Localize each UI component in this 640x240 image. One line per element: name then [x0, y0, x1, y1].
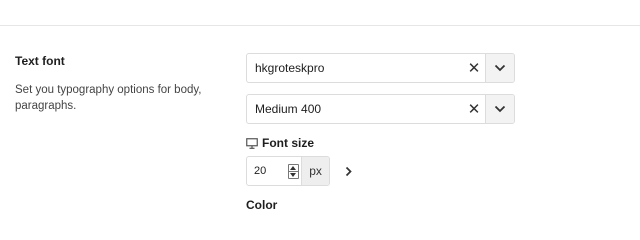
- close-icon[interactable]: ✕: [463, 95, 485, 123]
- section-divider: [0, 25, 640, 26]
- font-size-label: Font size: [246, 136, 314, 150]
- font-size-input[interactable]: 20: [247, 157, 286, 185]
- font-weight-select[interactable]: Medium 400 ✕: [246, 94, 515, 124]
- font-family-select[interactable]: hkgroteskpro ✕: [246, 53, 515, 83]
- text-font-description: Set you typography options for body, par…: [15, 84, 202, 112]
- font-weight-value: Medium 400: [255, 102, 322, 116]
- text-font-title: Text font: [15, 54, 65, 68]
- desktop-icon[interactable]: [246, 137, 258, 149]
- font-size-unit[interactable]: px: [301, 157, 329, 185]
- color-label: Color: [246, 198, 278, 212]
- font-size-input-group: 20 px: [246, 156, 330, 186]
- chevron-down-icon[interactable]: [485, 95, 514, 123]
- font-family-value: hkgroteskpro: [255, 61, 325, 75]
- font-size-stepper[interactable]: [286, 157, 301, 185]
- stepper-down-icon[interactable]: [288, 170, 298, 178]
- chevron-down-icon[interactable]: [485, 54, 514, 82]
- font-size-label-text: Font size: [262, 136, 315, 150]
- close-icon[interactable]: ✕: [463, 54, 485, 82]
- chevron-right-icon[interactable]: [341, 163, 355, 179]
